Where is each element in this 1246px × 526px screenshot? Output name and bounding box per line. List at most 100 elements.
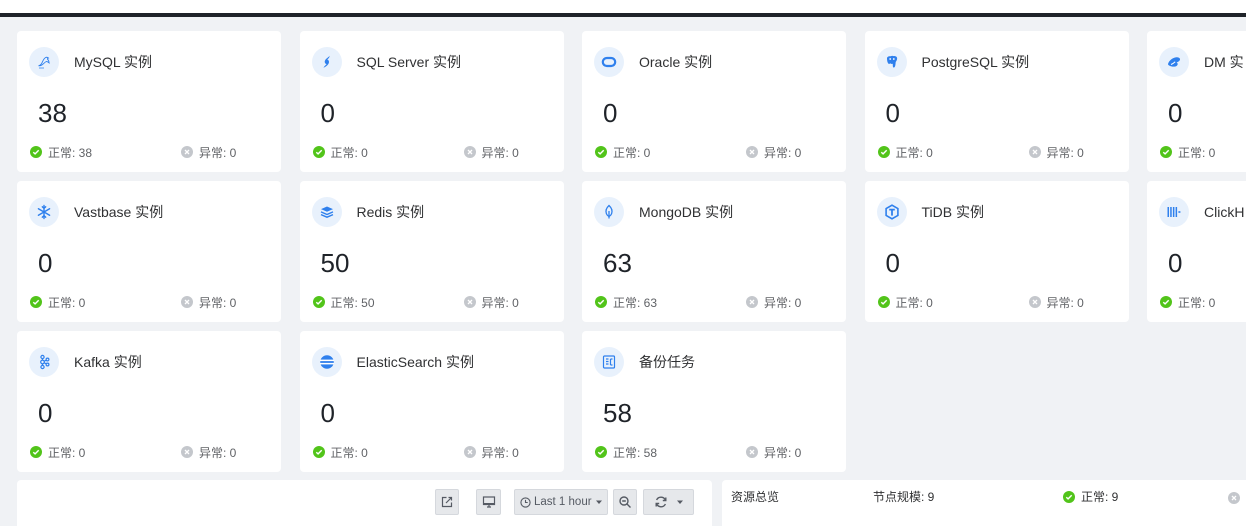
elasticsearch-instance-card[interactable]: ElasticSearch 实例 0 正常: 0 异常: 0 bbox=[299, 331, 564, 472]
card-title: TiDB 实例 bbox=[921, 204, 984, 220]
close-circle-icon bbox=[181, 146, 193, 158]
zoom-out-button[interactable] bbox=[613, 489, 637, 515]
check-circle-icon bbox=[1063, 491, 1075, 503]
clickhouse-icon bbox=[1159, 197, 1189, 227]
card-title: ElasticSearch 实例 bbox=[356, 354, 474, 370]
page-header bbox=[0, 0, 1246, 13]
vastbase-instance-card[interactable]: Vastbase 实例 0 正常: 0 异常: 0 bbox=[17, 181, 281, 322]
normal-status: 正常: 50 bbox=[312, 295, 375, 310]
normal-count: 正常: 0 bbox=[1178, 145, 1216, 160]
refresh-button[interactable] bbox=[643, 489, 694, 515]
close-circle-icon bbox=[746, 296, 758, 308]
normal-count: 正常: 0 bbox=[330, 445, 368, 460]
redis-instance-card[interactable]: Redis 实例 50 正常: 50 异常: 0 bbox=[299, 181, 564, 322]
card-count: 0 bbox=[603, 98, 618, 128]
overview-title: 资源总览 bbox=[731, 490, 780, 504]
normal-status: 正常: 0 bbox=[30, 445, 85, 460]
share-button[interactable] bbox=[435, 489, 459, 515]
abnormal-count: 异常: 0 bbox=[481, 295, 519, 310]
tidb-instance-card[interactable]: TiDB 实例 0 正常: 0 异常: 0 bbox=[864, 181, 1129, 322]
close-circle-icon bbox=[463, 446, 476, 458]
clickhouse-instance-card[interactable]: ClickH 0 正常: 0 bbox=[1147, 181, 1246, 322]
card-count: 0 bbox=[885, 248, 900, 278]
card-count: 0 bbox=[320, 98, 335, 128]
close-circle-icon bbox=[746, 146, 758, 158]
abnormal-count: 异常: 0 bbox=[199, 295, 237, 310]
card-count: 0 bbox=[1168, 98, 1183, 128]
close-circle-icon bbox=[746, 446, 758, 458]
card-title: MongoDB 实例 bbox=[639, 204, 734, 220]
sqlserver-instance-card[interactable]: SQL Server 实例 0 正常: 0 异常: 0 bbox=[299, 31, 564, 172]
card-count: 0 bbox=[38, 248, 53, 278]
normal-count: 正常: 0 bbox=[48, 295, 86, 310]
abnormal-status: 异常: 0 bbox=[463, 445, 519, 460]
close-circle-icon bbox=[1028, 296, 1041, 308]
postgresql-instance-card[interactable]: PostgreSQL 实例 0 正常: 0 异常: 0 bbox=[864, 31, 1129, 172]
normal-count: 正常: 0 bbox=[895, 145, 933, 160]
mongodb-instance-card[interactable]: MongoDB 实例 63 正常: 63 异常: 0 bbox=[582, 181, 846, 322]
postgresql-icon bbox=[876, 47, 907, 77]
top-nav-bar bbox=[0, 13, 1246, 17]
card-count: 50 bbox=[320, 248, 350, 278]
abnormal-status: 异常: 0 bbox=[746, 295, 802, 310]
normal-status: 正常: 58 bbox=[595, 445, 657, 460]
normal-count: 正常: 0 bbox=[895, 295, 933, 310]
time-range-picker[interactable]: Last 1 hour bbox=[514, 489, 608, 515]
check-circle-icon bbox=[877, 146, 890, 158]
dm-instance-card[interactable]: DM 实 0 正常: 0 bbox=[1147, 31, 1246, 172]
sqlserver-icon bbox=[311, 47, 342, 77]
check-circle-icon bbox=[30, 446, 42, 458]
check-circle-icon bbox=[595, 146, 607, 158]
abnormal-count: 异常: 0 bbox=[1046, 145, 1084, 160]
card-count: 0 bbox=[885, 98, 900, 128]
oracle-icon bbox=[594, 47, 624, 77]
mysql-icon bbox=[29, 47, 59, 77]
card-title: 备份任务 bbox=[639, 354, 695, 370]
card-count: 0 bbox=[38, 398, 53, 428]
caret-down-icon[interactable] bbox=[676, 498, 684, 506]
tidb-icon bbox=[876, 197, 907, 227]
elasticsearch-icon bbox=[311, 347, 342, 377]
normal-status: 正常: 0 bbox=[312, 145, 368, 160]
abnormal-count: 异常: 0 bbox=[764, 295, 802, 310]
card-title: Vastbase 实例 bbox=[74, 204, 164, 220]
abnormal-status: 异常: 0 bbox=[1028, 295, 1084, 310]
normal-status: 正常: 0 bbox=[877, 295, 933, 310]
check-circle-icon bbox=[30, 146, 42, 158]
close-circle-icon bbox=[1228, 491, 1240, 504]
abnormal-count: 异常: 0 bbox=[764, 445, 802, 460]
card-title: ClickH bbox=[1204, 204, 1245, 220]
overview-normal-count: 正常: 9 bbox=[1081, 490, 1119, 504]
card-title: MySQL 实例 bbox=[74, 54, 153, 70]
card-count: 58 bbox=[603, 398, 632, 428]
check-circle-icon bbox=[312, 296, 325, 308]
card-title: SQL Server 实例 bbox=[356, 54, 462, 70]
monitor-icon bbox=[482, 495, 496, 509]
check-circle-icon bbox=[877, 296, 890, 308]
mongodb-icon bbox=[594, 197, 624, 227]
check-circle-icon bbox=[312, 446, 325, 458]
refresh-icon bbox=[654, 495, 668, 509]
abnormal-count: 异常: 0 bbox=[481, 145, 519, 160]
normal-count: 正常: 38 bbox=[48, 145, 93, 160]
card-title: Redis 实例 bbox=[356, 204, 425, 220]
node-scale: 节点规模: 9 bbox=[873, 490, 935, 504]
abnormal-count: 异常: 0 bbox=[764, 145, 802, 160]
abnormal-count: 异常: 0 bbox=[1046, 295, 1084, 310]
normal-status: 正常: 0 bbox=[30, 295, 86, 310]
vastbase-icon bbox=[29, 197, 59, 227]
view-mode-button[interactable] bbox=[476, 489, 501, 515]
card-title: Kafka 实例 bbox=[74, 354, 142, 370]
kafka-instance-card[interactable]: Kafka 实例 0 正常: 0 异常: 0 bbox=[17, 331, 281, 472]
backup-task-card[interactable]: 备份任务 58 正常: 58 异常: 0 bbox=[582, 331, 846, 472]
normal-status: 正常: 0 bbox=[1160, 145, 1216, 160]
oracle-instance-card[interactable]: Oracle 实例 0 正常: 0 异常: 0 bbox=[582, 31, 846, 172]
close-circle-icon bbox=[181, 296, 193, 308]
close-circle-icon bbox=[463, 296, 476, 308]
check-circle-icon bbox=[312, 146, 325, 158]
mysql-instance-card[interactable]: MySQL 实例 38 正常: 38 异常: 0 bbox=[17, 31, 281, 172]
dashboard-panel: Last 1 hour bbox=[17, 480, 712, 526]
normal-count: 正常: 0 bbox=[330, 145, 368, 160]
abnormal-status: 异常: 0 bbox=[746, 445, 802, 460]
abnormal-status: 异常: 0 bbox=[181, 145, 236, 160]
